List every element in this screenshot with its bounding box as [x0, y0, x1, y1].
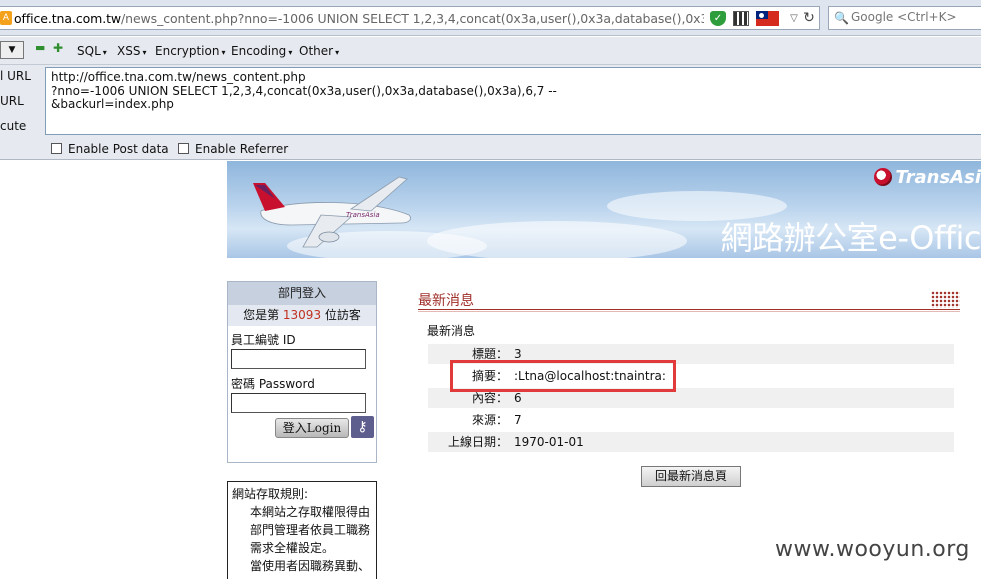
watermark: www.wooyun.org	[775, 537, 970, 562]
increase-icon[interactable]: ✚	[53, 42, 63, 54]
address-text[interactable]: office.tna.com.tw/news_content.php?nno=-…	[14, 11, 704, 26]
shield-icon[interactable]: ✓	[710, 11, 726, 26]
visitor-count: 13093	[282, 308, 322, 322]
taiwan-flag-icon[interactable]	[756, 11, 779, 26]
hackbar-dropdown[interactable]: ▼	[0, 41, 24, 59]
hackbar-toolbar: ▼ ▬ ✚ SQL XSS Encryption Encoding Other	[0, 37, 981, 65]
logo-emblem-icon	[874, 168, 893, 186]
employee-id-input[interactable]	[231, 349, 366, 369]
news-section-title: 最新消息	[418, 293, 474, 309]
menu-xss[interactable]: XSS	[117, 44, 146, 58]
rule-item: 1.本網站之存取權限得由部門管理者依員工職務需求全權設定。	[250, 505, 371, 555]
section-divider	[418, 309, 960, 310]
enable-post-checkbox[interactable]: Enable Post data	[51, 142, 169, 156]
rule-item: 2.當使用者因職務異動、	[250, 559, 371, 573]
password-input[interactable]	[231, 393, 366, 413]
login-panel-title: 部門登入	[228, 282, 376, 305]
site-banner: TransAsia TransAsi 網路辦公室e-Offic	[227, 161, 981, 258]
banner-title: 網路辦公室e-Offic	[720, 219, 981, 257]
address-bar[interactable]: A office.tna.com.tw/news_content.php?nno…	[0, 6, 820, 30]
url-host: office.tna.com.tw	[14, 11, 122, 26]
annotation-highlight-box	[450, 360, 676, 392]
field-value: 7	[514, 413, 522, 427]
brand-name: TransAsi	[895, 167, 981, 188]
airplane-icon: TransAsia	[253, 176, 411, 248]
hackbar-url-textarea[interactable]: http://office.tna.com.tw/news_content.ph…	[45, 67, 981, 135]
key-icon[interactable]: ⚷	[351, 416, 374, 438]
hackbar-panel: l URL URL cute http://office.tna.com.tw/…	[0, 65, 981, 160]
field-label: 來源：	[471, 413, 508, 427]
qr-code-icon[interactable]	[733, 11, 749, 26]
section-divider-shadow	[418, 311, 960, 312]
field-value: 1970-01-01	[514, 435, 584, 449]
visitor-suffix: 位訪客	[321, 308, 361, 322]
menu-other[interactable]: Other	[299, 44, 339, 58]
news-subtitle: 最新消息	[427, 324, 476, 338]
menu-encryption[interactable]: Encryption	[155, 44, 225, 58]
employee-id-label: 員工編號 ID	[231, 333, 296, 347]
split-url-button[interactable]: URL	[0, 94, 24, 108]
login-panel: 部門登入 您是第 13093 位訪客 員工編號 ID 密碼 Password 登…	[227, 281, 377, 463]
menu-sql[interactable]: SQL	[77, 44, 107, 58]
enable-referrer-checkbox[interactable]: Enable Referrer	[178, 142, 288, 156]
decrease-icon[interactable]: ▬	[35, 42, 45, 53]
enable-referrer-label: Enable Referrer	[195, 142, 289, 156]
search-bar[interactable]: 🔍	[828, 6, 981, 30]
login-button[interactable]: 登入Login	[275, 418, 349, 438]
reload-icon[interactable]: ↻	[801, 11, 817, 26]
password-label: 密碼 Password	[231, 377, 315, 391]
browser-navigation-bar: A office.tna.com.tw/news_content.php?nno…	[0, 0, 981, 36]
search-input[interactable]	[851, 10, 979, 24]
load-url-button[interactable]: l URL	[0, 69, 31, 83]
svg-text:TransAsia: TransAsia	[346, 211, 380, 219]
transasia-logo: TransAsi	[874, 167, 981, 188]
checkbox-icon[interactable]	[178, 143, 189, 154]
news-field-row: 來源： 7	[428, 410, 954, 430]
search-icon[interactable]: 🔍	[834, 11, 849, 25]
dotted-decoration-icon	[931, 291, 960, 308]
url-path: /news_content.php?nno=-1006 UNION SELECT…	[121, 11, 704, 26]
visitor-counter: 您是第 13093 位訪客	[228, 305, 376, 326]
menu-encoding[interactable]: Encoding	[231, 44, 292, 58]
access-rules-box: 網站存取規則: 1.本網站之存取權限得由部門管理者依員工職務需求全權設定。 2.…	[227, 481, 377, 579]
execute-button[interactable]: cute	[0, 119, 26, 133]
news-field-row: 上線日期： 1970-01-01	[428, 432, 954, 452]
visitor-prefix: 您是第	[243, 308, 283, 322]
back-to-news-button[interactable]: 回最新消息頁	[641, 466, 741, 487]
field-label: 上線日期：	[447, 435, 508, 449]
url-history-dropdown-icon[interactable]: ▽	[786, 11, 802, 26]
enable-post-label: Enable Post data	[68, 142, 169, 156]
checkbox-icon[interactable]	[51, 143, 62, 154]
rules-title: 網站存取規則:	[232, 487, 309, 501]
site-identity-icon[interactable]: A	[0, 11, 12, 25]
